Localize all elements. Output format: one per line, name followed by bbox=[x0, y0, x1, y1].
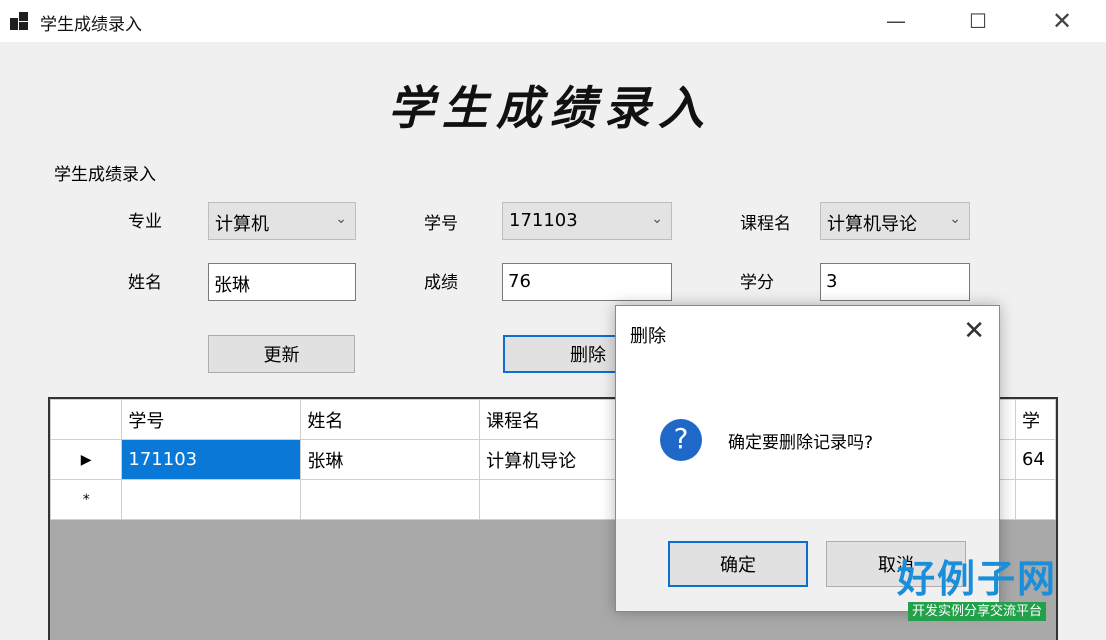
app-icon bbox=[10, 12, 28, 30]
chevron-down-icon: ⌄ bbox=[651, 211, 663, 227]
column-header[interactable]: 姓名 bbox=[300, 399, 481, 440]
credit-field[interactable]: 3 bbox=[820, 263, 970, 301]
table-cell[interactable]: 171103 bbox=[121, 439, 302, 480]
update-button[interactable]: 更新 bbox=[208, 335, 355, 373]
course-select[interactable]: 计算机导论 ⌄ bbox=[820, 202, 970, 240]
watermark-logo-subtitle: 开发实例分享交流平台 bbox=[907, 602, 1046, 621]
score-field[interactable]: 76 bbox=[502, 263, 672, 301]
maximize-icon[interactable]: ☐ bbox=[950, 0, 1006, 42]
ok-button[interactable]: 确定 bbox=[668, 541, 808, 587]
window-title: 学生成绩录入 bbox=[40, 15, 142, 35]
major-select[interactable]: 计算机 ⌄ bbox=[208, 202, 356, 240]
name-label: 姓名 bbox=[128, 273, 162, 293]
minimize-icon[interactable]: — bbox=[868, 0, 924, 42]
student-id-select[interactable]: 171103 ⌄ bbox=[502, 202, 672, 240]
course-label: 课程名 bbox=[740, 214, 791, 234]
course-select-value: 计算机导论 bbox=[827, 214, 917, 235]
close-window-icon[interactable]: ✕ bbox=[1034, 0, 1090, 42]
current-row-icon: ▶ bbox=[50, 439, 123, 480]
question-icon: ? bbox=[660, 419, 702, 461]
page-title: 学生成绩录入 bbox=[388, 81, 712, 135]
dialog-message: 确定要删除记录吗? bbox=[728, 433, 874, 453]
dialog-title: 删除 bbox=[630, 326, 666, 347]
student-id-label: 学号 bbox=[424, 214, 458, 234]
row-header-corner bbox=[50, 399, 123, 440]
table-cell[interactable]: 64 bbox=[1014, 439, 1056, 480]
column-header[interactable]: 学号 bbox=[121, 399, 302, 440]
credit-label: 学分 bbox=[740, 273, 774, 293]
new-row-icon: * bbox=[50, 479, 123, 520]
table-cell[interactable]: 张琳 bbox=[300, 439, 481, 480]
section-label: 学生成绩录入 bbox=[54, 165, 156, 185]
score-label: 成绩 bbox=[424, 273, 458, 293]
chevron-down-icon: ⌄ bbox=[335, 211, 347, 227]
close-icon[interactable]: ✕ bbox=[963, 316, 985, 346]
watermark-logo: 好例子网 开发实例分享交流平台 bbox=[888, 556, 1066, 621]
column-header[interactable]: 学 bbox=[1014, 399, 1056, 440]
name-field[interactable]: 张琳 bbox=[208, 263, 356, 301]
chevron-down-icon: ⌄ bbox=[949, 211, 961, 227]
table-cell[interactable] bbox=[300, 479, 481, 520]
major-select-value: 计算机 bbox=[215, 214, 269, 235]
student-id-select-value: 171103 bbox=[509, 210, 578, 231]
watermark-logo-text: 好例子网 bbox=[896, 556, 1057, 601]
major-label: 专业 bbox=[128, 212, 162, 232]
table-cell[interactable] bbox=[1014, 479, 1056, 520]
table-cell[interactable] bbox=[121, 479, 302, 520]
title-bar: 学生成绩录入 — ☐ ✕ bbox=[0, 0, 1106, 42]
